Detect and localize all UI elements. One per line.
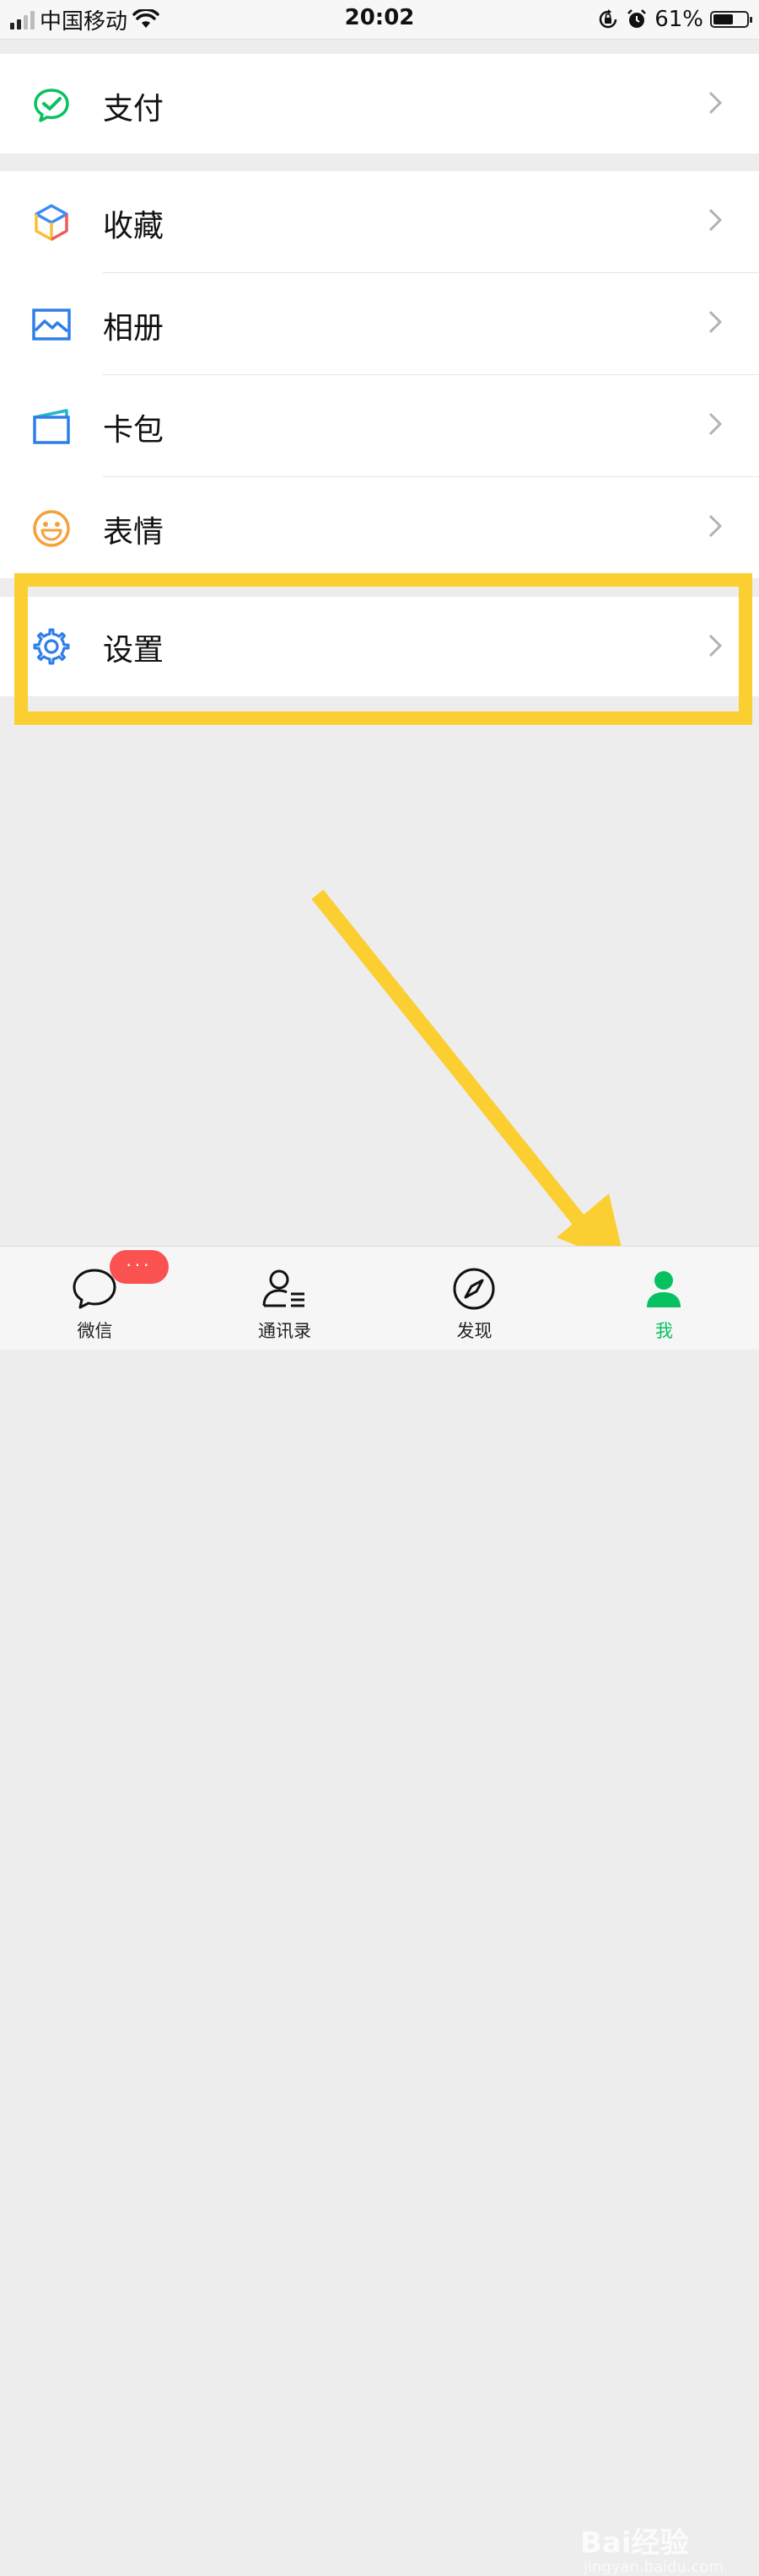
contacts-icon: [262, 1269, 304, 1307]
tab-label-contacts: 通讯录: [258, 1321, 311, 1341]
watermark-brand: Bai经验: [580, 2526, 689, 2560]
tab-chats[interactable]: ··· 微信: [0, 1247, 190, 1350]
tab-contacts[interactable]: 通讯录: [190, 1247, 380, 1350]
tab-label-me: 我: [655, 1321, 673, 1341]
tab-me[interactable]: 我: [569, 1247, 759, 1350]
compass-icon: [453, 1268, 495, 1310]
me-person-icon: [647, 1271, 681, 1307]
watermark-url: jingyan.baidu.com: [584, 2558, 724, 2576]
tab-discover[interactable]: 发现: [380, 1247, 569, 1350]
annotation-arrow: [311, 889, 626, 1266]
tab-label-discover: 发现: [456, 1321, 493, 1341]
tab-bar: ··· 微信 通讯录 发现 我 Bai经验 jingyan.baidu.com: [0, 1246, 759, 2576]
tab-label-chats: 微信: [77, 1321, 113, 1341]
unread-badge: ···: [110, 1250, 169, 1284]
